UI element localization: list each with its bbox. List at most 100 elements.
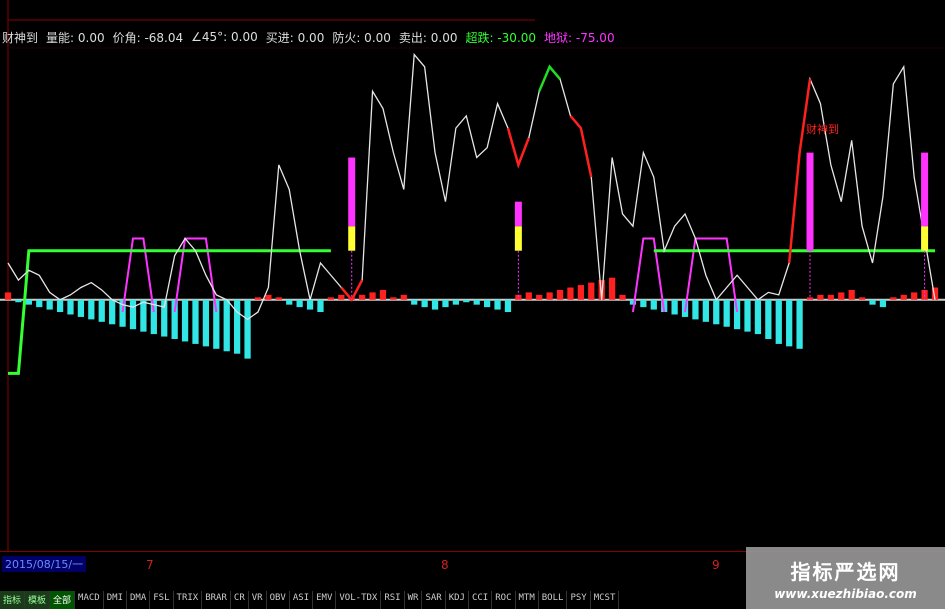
green-level-line bbox=[8, 249, 331, 375]
histogram-bar bbox=[838, 292, 845, 300]
histogram-bar bbox=[46, 299, 53, 310]
histogram-bar bbox=[546, 292, 553, 300]
indicator-name: 财神到 bbox=[2, 30, 39, 45]
histogram-bar bbox=[192, 299, 199, 344]
magenta-signal-bar bbox=[348, 157, 356, 227]
indicator-tab-bar: 指标 模板 全部 MACD DMI DMA FSL TRIX BRAR CR VR OBV ASI EMV… bbox=[0, 591, 620, 609]
tab-rsi[interactable]: RSI bbox=[381, 591, 405, 609]
tab-boll[interactable]: BOLL bbox=[538, 591, 568, 609]
tab-vr[interactable]: VR bbox=[248, 591, 267, 609]
histogram-bar bbox=[650, 299, 657, 310]
histogram-bar bbox=[671, 299, 678, 315]
histogram-bar bbox=[452, 299, 460, 305]
tab-obv[interactable]: OBV bbox=[266, 591, 290, 609]
tab-dmi[interactable]: DMI bbox=[103, 591, 127, 609]
tab-cr[interactable]: CR bbox=[230, 591, 249, 609]
info-item-8: 地狱: -75.00 bbox=[544, 30, 615, 45]
tab-mcst[interactable]: MCST bbox=[590, 591, 620, 609]
histogram-bar bbox=[702, 299, 709, 322]
tab-kdj[interactable]: KDJ bbox=[445, 591, 469, 609]
chart-frame bbox=[0, 0, 945, 551]
histogram-bar bbox=[848, 289, 855, 300]
histogram-bar bbox=[129, 299, 137, 330]
magenta-signal-bar bbox=[514, 201, 522, 227]
histogram-bar bbox=[817, 294, 824, 300]
histogram-bar bbox=[640, 299, 647, 308]
magenta-signal-bar bbox=[806, 152, 814, 251]
histogram-bar bbox=[483, 299, 491, 308]
histogram-bar bbox=[858, 297, 866, 300]
tab-dma[interactable]: DMA bbox=[127, 591, 151, 609]
histogram-bar bbox=[473, 299, 480, 305]
magenta-signal-bar bbox=[921, 152, 929, 227]
histogram-bar bbox=[775, 299, 782, 344]
tab-vol-tdx[interactable]: VOL-TDX bbox=[336, 591, 382, 609]
histogram-bar bbox=[494, 299, 501, 310]
red-segment-line bbox=[569, 115, 593, 178]
tab-macd[interactable]: MACD bbox=[75, 591, 104, 609]
tab-roc[interactable]: ROC bbox=[492, 591, 516, 609]
histogram-bar bbox=[869, 299, 876, 305]
histogram-bar bbox=[786, 299, 793, 347]
info-item-2: 价角: -68.04 bbox=[112, 30, 184, 45]
histogram-bar bbox=[556, 289, 564, 300]
histogram-bar bbox=[15, 299, 22, 303]
histogram-bar bbox=[754, 299, 762, 335]
histogram-bar bbox=[369, 292, 376, 300]
histogram-bar bbox=[286, 299, 293, 305]
info-item-7: 超跌: -30.00 bbox=[465, 30, 537, 45]
info-item-6: 卖出: 0.00 bbox=[398, 30, 458, 45]
histogram-bar bbox=[588, 282, 595, 300]
info-item-1: 量能: 0.00 bbox=[46, 30, 105, 45]
green-segment-line bbox=[538, 64, 561, 92]
histogram-bar bbox=[296, 299, 303, 308]
histogram-bar bbox=[234, 299, 241, 354]
tab-brar[interactable]: BRAR bbox=[202, 591, 231, 609]
histogram-bar bbox=[379, 289, 387, 300]
tab-指标[interactable]: 指标 bbox=[0, 591, 26, 609]
histogram-bar bbox=[317, 299, 324, 313]
histogram-bar bbox=[275, 297, 282, 300]
tab-全部[interactable]: 全部 bbox=[50, 591, 76, 609]
tab-mtm[interactable]: MTM bbox=[515, 591, 539, 609]
histogram-bar bbox=[765, 299, 772, 339]
histogram-bar bbox=[88, 299, 95, 320]
tab-模板[interactable]: 模板 bbox=[25, 591, 51, 609]
histogram-bar bbox=[338, 294, 345, 300]
watermark-url: www.xuezhibiao.com bbox=[774, 586, 917, 601]
histogram-bar bbox=[56, 299, 64, 313]
tab-trix[interactable]: TRIX bbox=[173, 591, 203, 609]
histogram-bar bbox=[390, 297, 397, 300]
histogram-bar bbox=[827, 294, 834, 300]
date-label: 2015/08/15/一 bbox=[2, 556, 87, 572]
yellow-signal-bar bbox=[921, 226, 929, 251]
histogram-bar bbox=[442, 299, 449, 308]
tab-wr[interactable]: WR bbox=[404, 591, 423, 609]
chart-marks: 财神到 bbox=[4, 52, 939, 375]
tab-sar[interactable]: SAR bbox=[422, 591, 446, 609]
histogram-bar bbox=[713, 299, 720, 325]
histogram-bar bbox=[608, 277, 616, 300]
axis-tick-label: 9 bbox=[712, 558, 720, 572]
chart-canvas: 财神到 bbox=[0, 0, 945, 551]
histogram-bar bbox=[890, 297, 897, 300]
histogram-bar bbox=[692, 299, 699, 320]
histogram-bar bbox=[504, 299, 512, 313]
tab-emv[interactable]: EMV bbox=[313, 591, 337, 609]
tab-fsl[interactable]: FSL bbox=[150, 591, 174, 609]
histogram-bar bbox=[4, 292, 12, 300]
histogram-bar bbox=[796, 299, 803, 349]
tab-cci[interactable]: CCI bbox=[468, 591, 493, 609]
histogram-bar bbox=[98, 299, 105, 322]
histogram-bar bbox=[733, 299, 741, 330]
tab-psy[interactable]: PSY bbox=[567, 591, 591, 609]
axis-tick-label: 7 bbox=[146, 558, 154, 572]
red-segment-line bbox=[506, 127, 530, 169]
axis-tick-label: 8 bbox=[441, 558, 449, 572]
histogram-bar bbox=[744, 299, 751, 332]
histogram-bar bbox=[577, 285, 584, 300]
histogram-bar bbox=[265, 294, 272, 300]
histogram-bar bbox=[411, 299, 418, 305]
histogram-bar bbox=[140, 299, 147, 332]
tab-asi[interactable]: ASI bbox=[289, 591, 314, 609]
